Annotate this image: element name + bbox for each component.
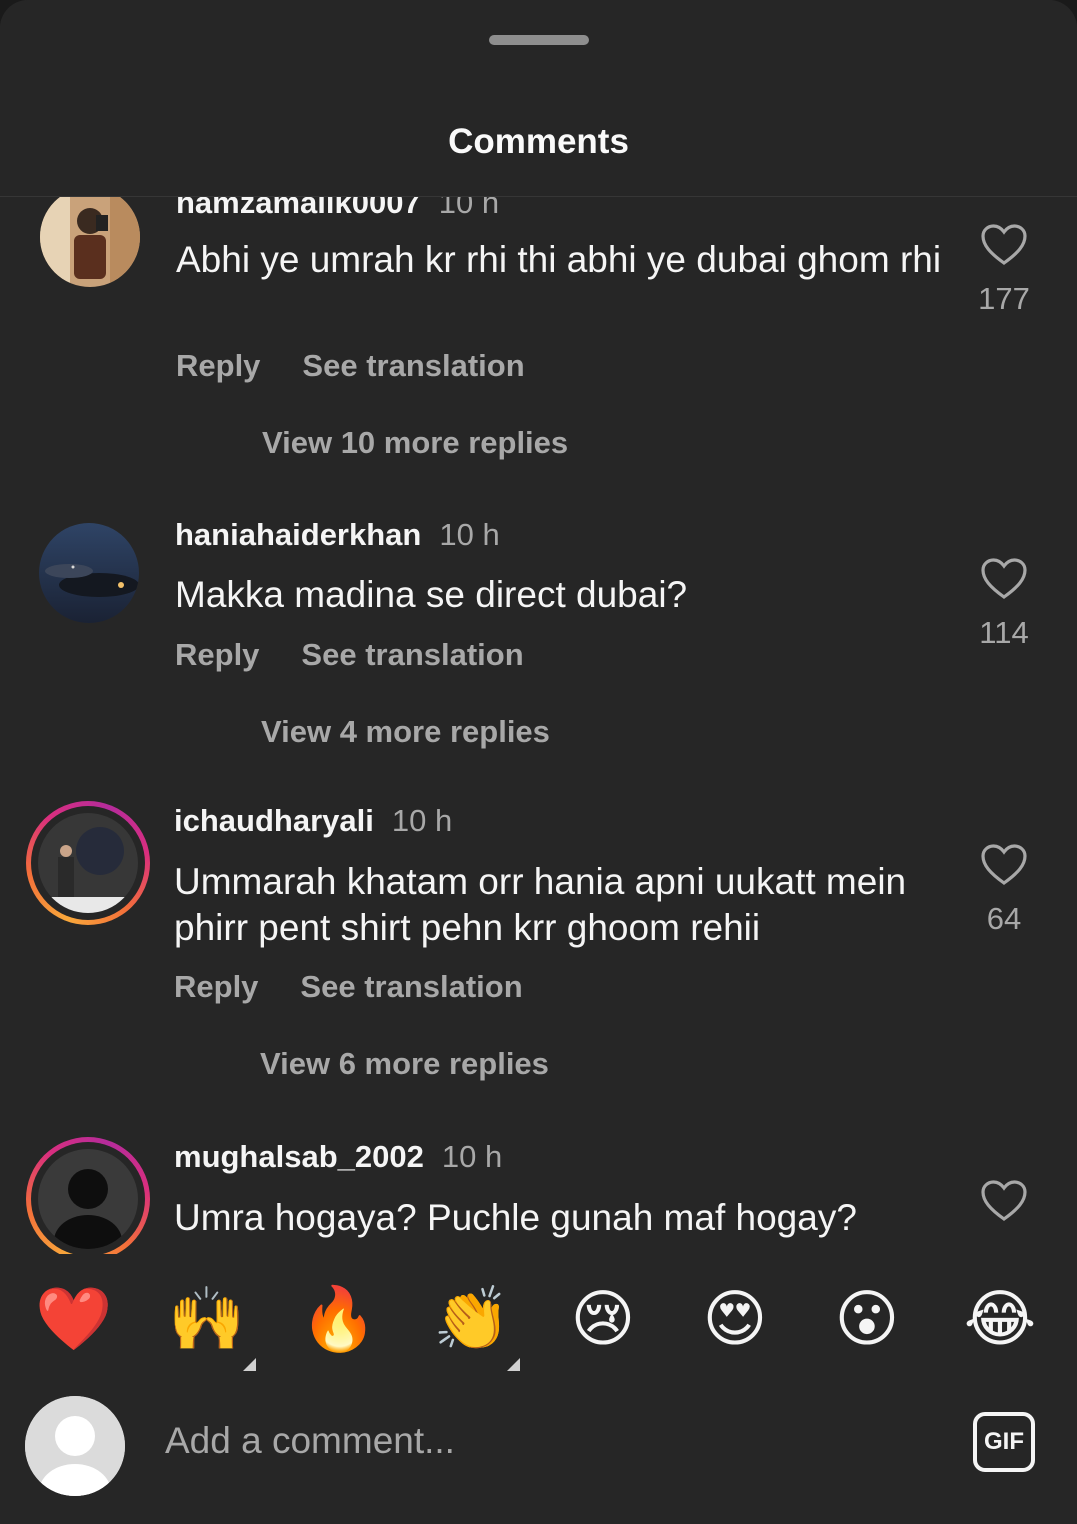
username[interactable]: haniahaiderkhan bbox=[175, 517, 421, 552]
like-count: 64 bbox=[986, 901, 1022, 936]
story-ring[interactable] bbox=[26, 801, 150, 925]
reply-button[interactable]: Reply bbox=[175, 637, 259, 672]
current-user-avatar bbox=[25, 1396, 125, 1496]
comment-item: ichaudharyali 10 h Ummarah khatam orr han… bbox=[0, 801, 1077, 1103]
comments-list[interactable]: hamzamalik0007 10 h Abhi ye umrah kr rhi … bbox=[0, 197, 1077, 1254]
heart-icon[interactable] bbox=[980, 223, 1028, 267]
timestamp: 10 h bbox=[391, 803, 453, 838]
skin-tone-indicator-icon bbox=[243, 1358, 256, 1371]
heart-icon[interactable] bbox=[980, 1179, 1028, 1223]
timestamp: 10 h bbox=[438, 197, 500, 220]
avatar bbox=[38, 813, 138, 913]
crying-face-emoji[interactable]: 😢 bbox=[563, 1284, 643, 1356]
avatar[interactable] bbox=[40, 197, 140, 287]
comment-actions: Reply See translation bbox=[176, 348, 525, 384]
avatar bbox=[38, 1149, 138, 1249]
comment-meta: hamzamalik0007 10 h bbox=[176, 197, 499, 221]
view-more-replies-button[interactable]: View 6 more replies bbox=[260, 1046, 549, 1082]
view-more-replies-button[interactable]: View 10 more replies bbox=[262, 425, 568, 461]
comment-input[interactable] bbox=[165, 1414, 925, 1468]
heart-icon[interactable] bbox=[980, 557, 1028, 601]
tears-of-joy-emoji[interactable]: 😂 bbox=[960, 1284, 1040, 1356]
comment-text: Abhi ye umrah kr rhi thi abhi ye dubai g… bbox=[176, 239, 942, 280]
comment-actions: Reply See translation bbox=[175, 637, 524, 673]
comment-meta: ichaudharyali 10 h bbox=[174, 803, 452, 839]
comment-item: hamzamalik0007 10 h Abhi ye umrah kr rhi … bbox=[0, 197, 1077, 497]
comments-sheet: Comments hamzamalik0007 10 h Abhi ye umra… bbox=[0, 0, 1077, 1524]
username[interactable]: hamzamalik0007 bbox=[176, 197, 421, 220]
heart-eyes-emoji[interactable]: 😍 bbox=[695, 1284, 775, 1356]
comment-text: Ummarah khatam orr hania apni uukatt mei… bbox=[174, 861, 907, 948]
username[interactable]: ichaudharyali bbox=[174, 803, 374, 838]
comment-text: Umra hogaya? Puchle gunah maf hogay? bbox=[174, 1197, 857, 1238]
red-heart-emoji[interactable]: ❤️ bbox=[34, 1284, 114, 1356]
username[interactable]: mughalsab_2002 bbox=[174, 1139, 424, 1174]
page-title: Comments bbox=[448, 122, 629, 161]
comment-item: haniahaiderkhan 10 h Makka madina se dire… bbox=[0, 517, 1077, 777]
reply-button[interactable]: Reply bbox=[174, 969, 258, 1004]
see-translation-button[interactable]: See translation bbox=[300, 969, 522, 1004]
skin-tone-indicator-icon bbox=[507, 1358, 520, 1371]
comment-meta: mughalsab_2002 10 h bbox=[174, 1139, 502, 1175]
raising-hands-emoji[interactable]: 🙌 bbox=[167, 1284, 247, 1356]
fire-emoji[interactable]: 🔥 bbox=[299, 1284, 379, 1356]
drag-handle[interactable] bbox=[489, 35, 589, 45]
surprised-face-emoji[interactable]: 😮 bbox=[827, 1284, 907, 1356]
view-more-replies-button[interactable]: View 4 more replies bbox=[261, 714, 550, 750]
like-count: 114 bbox=[979, 615, 1029, 650]
like-count: 177 bbox=[978, 281, 1030, 316]
comments-header: Comments bbox=[0, 0, 1077, 197]
heart-icon[interactable] bbox=[980, 843, 1028, 887]
reply-button[interactable]: Reply bbox=[176, 348, 260, 383]
comment-actions: Reply See translation bbox=[174, 969, 523, 1005]
comment-meta: haniahaiderkhan 10 h bbox=[175, 517, 500, 553]
comment-item: mughalsab_2002 10 h Umra hogaya? Puchle g… bbox=[0, 1137, 1077, 1254]
comment-composer: GIF bbox=[0, 1394, 1077, 1524]
clapping-hands-emoji[interactable]: 👏 bbox=[432, 1284, 512, 1356]
timestamp: 10 h bbox=[441, 1139, 503, 1174]
story-ring[interactable] bbox=[26, 1137, 150, 1254]
see-translation-button[interactable]: See translation bbox=[302, 348, 524, 383]
quick-reaction-bar: ❤️ 🙌 🔥 👏 😢 😍 😮 😂 bbox=[0, 1254, 1077, 1394]
see-translation-button[interactable]: See translation bbox=[301, 637, 523, 672]
comment-text: Makka madina se direct dubai? bbox=[175, 574, 688, 615]
timestamp: 10 h bbox=[439, 517, 500, 552]
avatar[interactable] bbox=[39, 523, 139, 623]
gif-button[interactable]: GIF bbox=[973, 1412, 1035, 1472]
